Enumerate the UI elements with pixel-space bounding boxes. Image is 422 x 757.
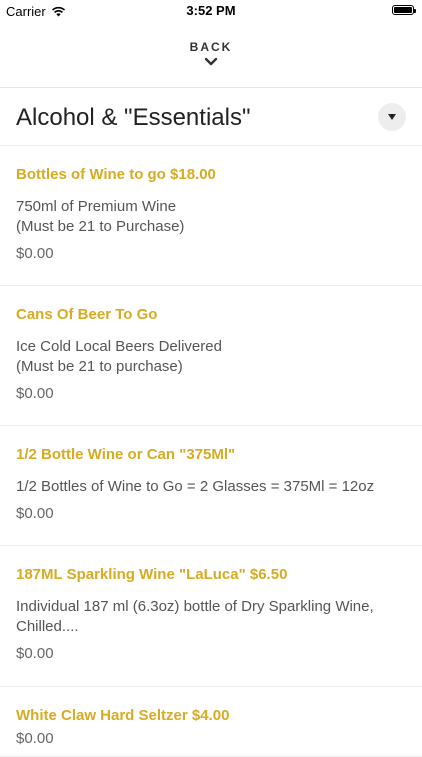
menu-item-description-line: (Must be 21 to Purchase) — [16, 218, 185, 235]
menu-item[interactable]: 187ML Sparkling Wine "LaLuca" $6.50 Indiv… — [0, 546, 422, 687]
status-time: 3:52 PM — [186, 3, 236, 18]
section-collapse-button[interactable] — [378, 103, 406, 131]
menu-item-description-line: 750ml of Premium Wine — [16, 198, 177, 215]
menu-item-name: White Claw Hard Seltzer $4.00 — [16, 707, 230, 724]
menu-item-price: $0.00 — [16, 645, 54, 662]
status-bar: Carrier 3:52 PM — [0, 0, 422, 24]
menu-item-description-line: Ice Cold Local Beers Delivered — [16, 338, 222, 355]
menu-item-description-line: 1/2 Bottles of Wine to Go = 2 Glasses = … — [16, 478, 375, 495]
caret-down-icon — [388, 114, 396, 120]
section-title: Alcohol & "Essentials" — [16, 104, 251, 131]
menu-item-description-line: Chilled.... — [16, 618, 79, 635]
chevron-down-icon — [204, 57, 218, 66]
menu-item-description-line: (Must be 21 to purchase) — [16, 358, 183, 375]
menu-item-name: Cans Of Beer To Go — [16, 306, 158, 323]
back-button[interactable]: BACK — [0, 24, 422, 88]
menu-item-description: 1/2 Bottles of Wine to Go = 2 Glasses = … — [16, 477, 406, 497]
back-label: BACK — [189, 40, 233, 54]
menu-item-price: $0.00 — [16, 245, 54, 262]
battery-icon — [392, 5, 416, 15]
menu-item-price: $0.00 — [16, 505, 54, 522]
menu-item-list: Bottles of Wine to go $18.00 750ml of Pre… — [0, 146, 422, 757]
menu-item-description: Individual 187 ml (6.3oz) bottle of Dry … — [16, 597, 406, 637]
menu-item[interactable]: 1/2 Bottle Wine or Can "375Ml" 1/2 Bottle… — [0, 426, 422, 546]
section-header: Alcohol & "Essentials" — [0, 88, 422, 146]
menu-item-name: 187ML Sparkling Wine "LaLuca" $6.50 — [16, 566, 288, 583]
menu-item-name: 1/2 Bottle Wine or Can "375Ml" — [16, 446, 236, 463]
menu-item-price: $0.00 — [16, 730, 54, 747]
menu-item[interactable]: White Claw Hard Seltzer $4.00 $0.00 — [0, 687, 422, 757]
menu-item[interactable]: Bottles of Wine to go $18.00 750ml of Pre… — [0, 146, 422, 286]
menu-item-description-line: Individual 187 ml (6.3oz) bottle of Dry … — [16, 598, 374, 615]
menu-item[interactable]: Cans Of Beer To Go Ice Cold Local Beers D… — [0, 286, 422, 426]
menu-item-name: Bottles of Wine to go $18.00 — [16, 166, 216, 183]
menu-item-description: Ice Cold Local Beers Delivered (Must be 2… — [16, 337, 406, 377]
menu-item-description: 750ml of Premium Wine (Must be 21 to Purc… — [16, 197, 406, 237]
menu-item-price: $0.00 — [16, 385, 54, 402]
